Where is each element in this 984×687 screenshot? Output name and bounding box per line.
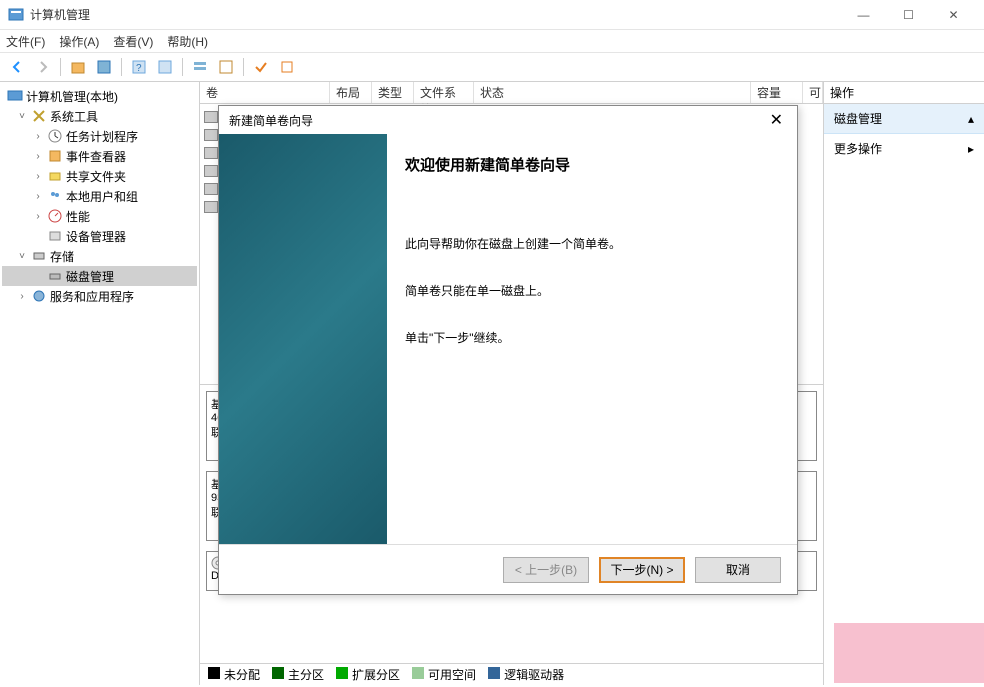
actions-panel: 操作 磁盘管理 ▴ 更多操作 ▸ bbox=[824, 82, 984, 685]
wizard-dialog: 新建简单卷向导 ✕ 欢迎使用新建简单卷向导 此向导帮助你在磁盘上创建一个简单卷。… bbox=[218, 105, 798, 595]
device-icon bbox=[47, 228, 63, 244]
menu-action[interactable]: 操作(A) bbox=[59, 33, 99, 50]
properties-button[interactable] bbox=[93, 56, 115, 78]
wizard-title-text: 新建简单卷向导 bbox=[229, 112, 766, 129]
window-titlebar: 计算机管理 — ☐ ✕ bbox=[0, 0, 984, 30]
event-icon bbox=[47, 148, 63, 164]
wizard-text: 此向导帮助你在磁盘上创建一个简单卷。 bbox=[405, 235, 779, 252]
tools-icon bbox=[31, 108, 47, 124]
actions-more[interactable]: 更多操作 ▸ bbox=[824, 134, 984, 163]
wizard-text: 简单卷只能在单一磁盘上。 bbox=[405, 282, 779, 299]
close-button[interactable]: ✕ bbox=[931, 0, 976, 30]
tree-systools[interactable]: ˅ 系统工具 bbox=[2, 106, 197, 126]
tree-eventviewer[interactable]: › 事件查看器 bbox=[2, 146, 197, 166]
collapse-arrow-icon: ▴ bbox=[968, 112, 974, 126]
pink-overlay bbox=[834, 623, 984, 683]
forward-button[interactable] bbox=[32, 56, 54, 78]
legend: 未分配 主分区 扩展分区 可用空间 逻辑驱动器 bbox=[200, 663, 823, 685]
tree-localusers[interactable]: › 本地用户和组 bbox=[2, 186, 197, 206]
tree-services[interactable]: › 服务和应用程序 bbox=[2, 286, 197, 306]
legend-logical: 逻辑驱动器 bbox=[504, 668, 564, 682]
legend-free: 可用空间 bbox=[428, 668, 476, 682]
expand-icon[interactable]: › bbox=[32, 131, 44, 142]
up-button[interactable] bbox=[67, 56, 89, 78]
legend-unalloc: 未分配 bbox=[224, 668, 260, 682]
check-icon[interactable] bbox=[250, 56, 272, 78]
clock-icon bbox=[47, 128, 63, 144]
col-status[interactable]: 状态 bbox=[474, 82, 751, 103]
collapse-icon[interactable]: ˅ bbox=[16, 251, 28, 262]
list-icon[interactable] bbox=[189, 56, 211, 78]
storage-icon bbox=[31, 248, 47, 264]
wizard-button-bar: < 上一步(B) 下一步(N) > 取消 bbox=[219, 544, 797, 594]
volume-icon bbox=[204, 183, 218, 195]
back-button[interactable] bbox=[6, 56, 28, 78]
menubar: 文件(F) 操作(A) 查看(V) 帮助(H) bbox=[0, 30, 984, 52]
services-icon bbox=[31, 288, 47, 304]
menu-file[interactable]: 文件(F) bbox=[6, 33, 45, 50]
wizard-titlebar: 新建简单卷向导 ✕ bbox=[219, 106, 797, 134]
col-layout[interactable]: 布局 bbox=[330, 82, 372, 103]
tree-storage[interactable]: ˅ 存储 bbox=[2, 246, 197, 266]
tree-root[interactable]: 计算机管理(本地) bbox=[2, 86, 197, 106]
col-type[interactable]: 类型 bbox=[372, 82, 414, 103]
actions-header: 操作 bbox=[824, 82, 984, 104]
help-icon[interactable]: ? bbox=[128, 56, 150, 78]
maximize-button[interactable]: ☐ bbox=[886, 0, 931, 30]
app-icon bbox=[8, 7, 24, 23]
legend-primary: 主分区 bbox=[288, 668, 324, 682]
svg-text:?: ? bbox=[136, 63, 142, 74]
col-free[interactable]: 可 bbox=[803, 82, 823, 103]
wizard-sidebar-image bbox=[219, 134, 387, 544]
tree-scheduler[interactable]: › 任务计划程序 bbox=[2, 126, 197, 146]
nav-tree: 计算机管理(本地) ˅ 系统工具 › 任务计划程序 › 事件查看器 › 共享文件… bbox=[0, 82, 200, 685]
tree-diskmgmt[interactable]: 磁盘管理 bbox=[2, 266, 197, 286]
volume-grid-header: 卷 布局 类型 文件系统 状态 容量 可 bbox=[200, 82, 823, 104]
expand-icon[interactable]: › bbox=[32, 151, 44, 162]
minimize-button[interactable]: — bbox=[841, 0, 886, 30]
wizard-next-button[interactable]: 下一步(N) > bbox=[599, 557, 685, 583]
toolbar: ? bbox=[0, 52, 984, 82]
volume-icon bbox=[204, 201, 218, 213]
col-volume[interactable]: 卷 bbox=[200, 82, 330, 103]
share-icon bbox=[47, 168, 63, 184]
refresh-icon[interactable] bbox=[154, 56, 176, 78]
volume-icon bbox=[204, 129, 218, 141]
settings-icon[interactable] bbox=[276, 56, 298, 78]
col-capacity[interactable]: 容量 bbox=[751, 82, 803, 103]
legend-extended: 扩展分区 bbox=[352, 668, 400, 682]
volume-icon bbox=[204, 147, 218, 159]
volume-icon bbox=[204, 111, 218, 123]
disk-icon bbox=[47, 268, 63, 284]
menu-help[interactable]: 帮助(H) bbox=[167, 33, 208, 50]
wizard-close-button[interactable]: ✕ bbox=[766, 110, 787, 130]
expand-icon[interactable]: › bbox=[32, 171, 44, 182]
users-icon bbox=[47, 188, 63, 204]
tree-devicemanager[interactable]: 设备管理器 bbox=[2, 226, 197, 246]
menu-view[interactable]: 查看(V) bbox=[113, 33, 153, 50]
expand-icon[interactable]: › bbox=[32, 191, 44, 202]
window-title: 计算机管理 bbox=[30, 6, 841, 23]
tree-sharedfolders[interactable]: › 共享文件夹 bbox=[2, 166, 197, 186]
wizard-content: 欢迎使用新建简单卷向导 此向导帮助你在磁盘上创建一个简单卷。 简单卷只能在单一磁… bbox=[387, 134, 797, 544]
col-filesystem[interactable]: 文件系统 bbox=[414, 82, 474, 103]
wizard-back-button: < 上一步(B) bbox=[503, 557, 589, 583]
collapse-icon[interactable]: ˅ bbox=[16, 111, 28, 122]
expand-icon[interactable]: › bbox=[16, 291, 28, 302]
submenu-arrow-icon: ▸ bbox=[968, 142, 974, 156]
volume-icon bbox=[204, 165, 218, 177]
wizard-heading: 欢迎使用新建简单卷向导 bbox=[405, 154, 779, 175]
actions-diskmgmt[interactable]: 磁盘管理 ▴ bbox=[824, 104, 984, 134]
perf-icon bbox=[47, 208, 63, 224]
computer-icon bbox=[7, 88, 23, 104]
wizard-cancel-button[interactable]: 取消 bbox=[695, 557, 781, 583]
expand-icon[interactable]: › bbox=[32, 211, 44, 222]
wizard-text: 单击"下一步"继续。 bbox=[405, 329, 779, 346]
detail-icon[interactable] bbox=[215, 56, 237, 78]
tree-performance[interactable]: › 性能 bbox=[2, 206, 197, 226]
